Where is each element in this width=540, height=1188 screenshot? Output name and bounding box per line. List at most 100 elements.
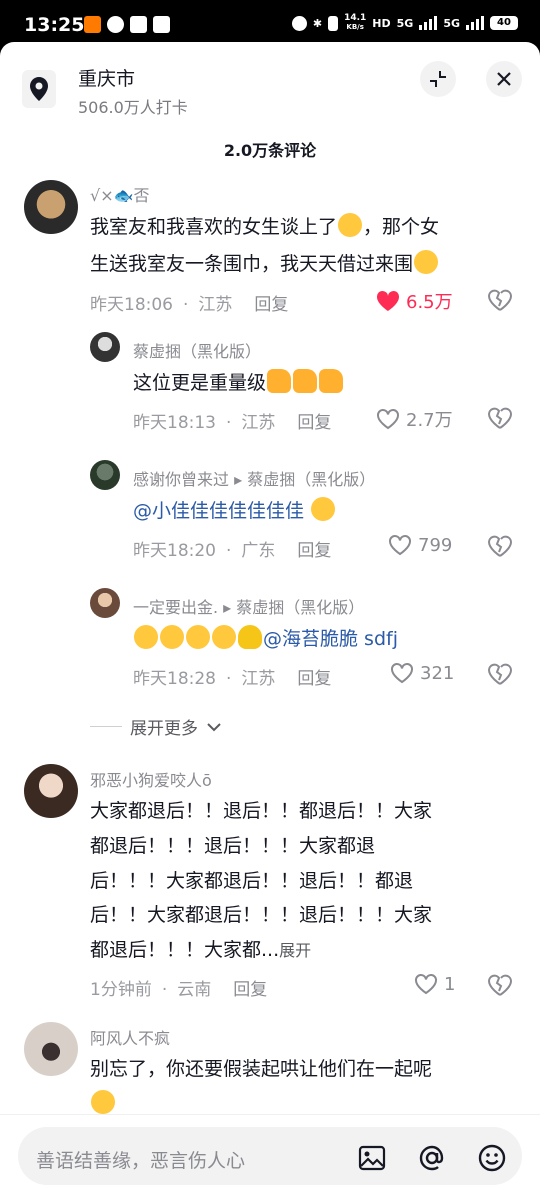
broken-heart-icon: [487, 289, 513, 311]
reply-button[interactable]: 回复: [297, 413, 331, 433]
close-icon: [497, 72, 511, 86]
comment-text-line1: 大家都退后！！退后！！都退后！！大家: [90, 800, 433, 822]
heart-outline-icon: [389, 534, 411, 556]
like-button[interactable]: 321: [390, 662, 454, 684]
app-icon: [153, 16, 170, 33]
comment-meta: 昨天18:06 · 江苏 回复: [90, 295, 289, 315]
like-button[interactable]: 799: [388, 534, 452, 556]
reply-text: @小佳佳佳佳佳佳佳: [133, 494, 336, 528]
status-notification-icons: [84, 16, 170, 33]
signal-5g-1: 5G: [396, 16, 414, 30]
comment-text: 我室友和我喜欢的女生谈上了 ，那个女: [90, 210, 439, 244]
dislike-button[interactable]: [487, 973, 513, 1001]
broken-heart-icon: [487, 663, 513, 685]
broken-heart-icon: [487, 974, 513, 996]
comment-text-line2: 生送我室友一条围巾，我天天借过来围: [90, 247, 439, 281]
laughing-emoji-icon: [311, 497, 336, 521]
avatar[interactable]: [90, 332, 120, 362]
status-right-icons: ✱ 14.1 KB/s HD 5G 5G 40: [291, 13, 518, 32]
avatar[interactable]: [24, 1022, 78, 1076]
comments-sheet: 重庆市 506.0万人打卡 2.0万条评论 √×🐟否 我室友和我喜欢的女生谈上了…: [0, 42, 540, 1188]
like-button[interactable]: 1: [414, 973, 455, 995]
comment-count: 2.0万条评论: [223, 141, 317, 160]
at-sign-icon: [419, 1145, 444, 1171]
vibrate-icon: [328, 15, 339, 31]
like-count: 2.7万: [406, 410, 453, 431]
crying-emoji-icon: [338, 213, 363, 237]
comment-meta: 1分钟前 · 云南 回复: [90, 980, 268, 1000]
reply-username[interactable]: 蔡虚捆（黑化版）: [133, 338, 261, 362]
avatar[interactable]: [90, 588, 120, 618]
close-button[interactable]: [486, 61, 522, 97]
divider: [90, 726, 122, 727]
reply-meta: 昨天18:20 · 广东 回复: [133, 541, 332, 561]
mention-link[interactable]: @海苔脆脆: [263, 628, 358, 650]
reply-meta: 昨天18:28 · 江苏 回复: [133, 669, 332, 689]
comment-username[interactable]: √×🐟否: [90, 182, 150, 206]
thumbs-up-emoji-icon: [319, 369, 344, 393]
like-button[interactable]: 2.7万: [376, 406, 453, 432]
calendar-icon: [130, 16, 147, 33]
laughing-emoji-icon: [212, 625, 236, 649]
location-pin-icon[interactable]: [22, 70, 56, 108]
reply-text: @海苔脆脆 sdfj: [133, 622, 398, 656]
upload-icon: [107, 16, 124, 33]
alarm-icon: [291, 15, 307, 31]
status-bar: 13:25 ✱ 14.1 KB/s HD 5G 5G 40: [0, 0, 540, 46]
avatar[interactable]: [24, 764, 78, 818]
location-title[interactable]: 重庆市: [78, 64, 135, 91]
like-count: 1: [444, 973, 456, 995]
mention-link[interactable]: @小佳佳佳佳佳佳佳: [133, 500, 304, 522]
location-checkins: 506.0万人打卡: [78, 98, 188, 117]
comment-text-line4: 后！！大家都退后！！！退后！！！大家: [90, 904, 433, 926]
comment-text-line3: 后！！！大家都退后！！退后！！都退: [90, 870, 414, 892]
broken-heart-icon: [487, 535, 513, 557]
like-count: 321: [420, 662, 455, 684]
reply-button[interactable]: 回复: [233, 980, 267, 1000]
mention-button[interactable]: [416, 1142, 448, 1174]
comment-input-placeholder[interactable]: 善语结善缘，恶言伤人心: [36, 1146, 245, 1173]
expand-button[interactable]: 展开: [279, 941, 311, 960]
net-speed: 14.1 KB/s: [344, 13, 367, 32]
heart-outline-icon: [415, 973, 437, 995]
avatar[interactable]: [90, 460, 120, 490]
reply-button[interactable]: 回复: [297, 541, 331, 561]
like-count: 799: [418, 534, 453, 556]
yellow-heart-emoji-icon: [238, 625, 262, 649]
reply-button[interactable]: 回复: [254, 295, 288, 315]
dislike-button[interactable]: [487, 534, 513, 562]
dislike-button[interactable]: [487, 406, 513, 434]
collapse-button[interactable]: [420, 61, 456, 97]
smiley-icon: [478, 1144, 506, 1172]
reply-meta: 昨天18:13 · 江苏 回复: [133, 413, 332, 433]
emoji-button[interactable]: [476, 1142, 508, 1174]
like-button[interactable]: 6.5万: [376, 288, 453, 314]
thumbs-up-emoji-icon: [267, 369, 292, 393]
signal-5g-2: 5G: [443, 16, 460, 30]
app-notification-icon: [84, 16, 101, 33]
reply-text: 这位更是重量级: [133, 366, 344, 400]
image-button[interactable]: [356, 1142, 388, 1174]
laughing-emoji-icon: [160, 625, 184, 649]
comment-username[interactable]: 邪恶小狗爱咬人ō: [90, 767, 212, 791]
reply-button[interactable]: 回复: [297, 669, 331, 689]
comment-username[interactable]: 阿风人不疯: [90, 1025, 170, 1049]
image-icon: [358, 1145, 386, 1171]
thumbs-up-emoji-icon: [293, 369, 318, 393]
status-time: 13:25: [24, 14, 85, 36]
heart-filled-icon: [376, 290, 400, 311]
reply-username[interactable]: 一定要出金. ▸ 蔡虚捆（黑化版）: [133, 594, 364, 618]
broken-heart-icon: [487, 407, 513, 429]
signal-bars-2-icon: [466, 16, 484, 30]
crying-emoji-icon: [414, 250, 439, 274]
battery-icon: 40: [490, 16, 518, 30]
dislike-button[interactable]: [487, 288, 513, 316]
dislike-button[interactable]: [487, 662, 513, 690]
heart-outline-icon: [377, 408, 399, 430]
reply-username[interactable]: 感谢你曾来过 ▸ 蔡虚捆（黑化版）: [133, 466, 375, 490]
avatar[interactable]: [24, 180, 78, 234]
hd-badge: HD: [372, 16, 391, 30]
comment-text-line2: 都退后！！！退后！！！大家都退: [90, 835, 376, 857]
show-more-replies-button[interactable]: 展开更多: [90, 714, 222, 739]
laughing-emoji-icon: [134, 625, 158, 649]
